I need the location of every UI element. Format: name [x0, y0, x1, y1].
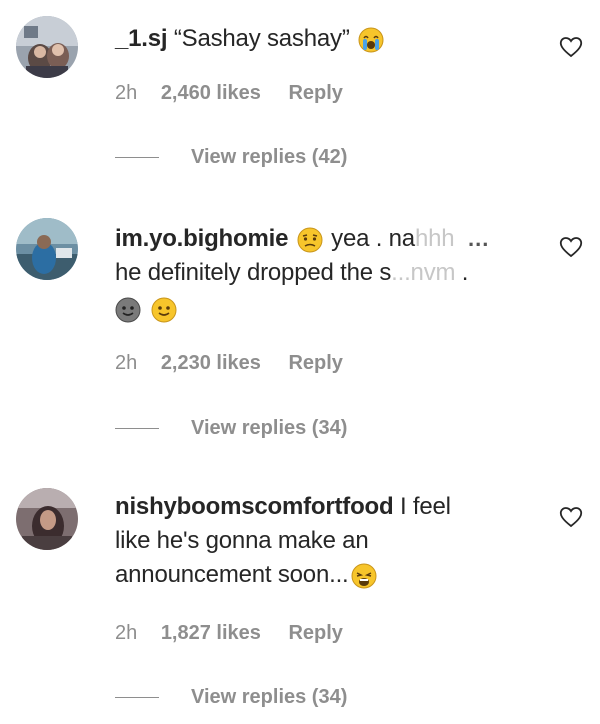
reply-button[interactable]: Reply — [288, 622, 342, 644]
comment-likes[interactable]: 2,460 likes — [161, 82, 261, 104]
confused-emoji-icon — [297, 227, 323, 253]
avatar[interactable] — [16, 16, 78, 78]
comment-body-line2-end: . — [455, 259, 469, 286]
heart-icon[interactable] — [558, 504, 584, 530]
comment-meta: 2h 1,827 likes Reply — [115, 622, 343, 645]
reply-button[interactable]: Reply — [288, 352, 342, 374]
comment-body-line1-faded: hhh — [414, 225, 455, 252]
view-replies-button[interactable]: View replies (34) — [115, 417, 347, 440]
comment-time: 2h — [115, 82, 138, 104]
divider-line — [115, 428, 159, 429]
divider-line — [115, 697, 159, 698]
comment-meta: 2h 2,230 likes Reply — [115, 352, 343, 375]
more-text-button[interactable]: ... — [468, 226, 489, 252]
comment-body-line1: yea . na — [331, 225, 415, 252]
comment-body-line2: like he's gonna make an — [115, 527, 369, 554]
view-replies-label: View replies (42) — [191, 146, 348, 168]
comment-text: _1.sj “Sashay sashay” — [115, 22, 535, 56]
avatar[interactable] — [16, 488, 78, 550]
comment-body-line2: he definitely dropped the s — [115, 259, 392, 286]
comment-text: nishyboomscomfortfood I feel like he's g… — [115, 490, 535, 592]
comment-likes[interactable]: 1,827 likes — [161, 622, 261, 644]
comment-username[interactable]: nishyboomscomfortfood — [115, 493, 394, 520]
comment-username[interactable]: im.yo.bighomie — [115, 225, 288, 252]
crying-emoji-icon — [358, 27, 384, 53]
avatar[interactable] — [16, 218, 78, 280]
view-replies-label: View replies (34) — [191, 686, 348, 708]
comment-body-line3: announcement soon... — [115, 561, 349, 588]
view-replies-button[interactable]: View replies (42) — [115, 146, 347, 169]
comment-meta: 2h 2,460 likes Reply — [115, 82, 343, 105]
heart-icon[interactable] — [558, 34, 584, 60]
comment-likes[interactable]: 2,230 likes — [161, 352, 261, 374]
comment-body: “Sashay sashay” — [173, 25, 350, 52]
comment-body-line1: I feel — [399, 493, 451, 520]
reply-button[interactable]: Reply — [288, 82, 342, 104]
divider-line — [115, 157, 159, 158]
heart-icon[interactable] — [558, 234, 584, 260]
smile-emoji-icon — [151, 297, 177, 323]
comment-body-line2-faded: ...nvm — [391, 259, 456, 286]
view-replies-label: View replies (34) — [191, 417, 348, 439]
comment-time: 2h — [115, 352, 138, 374]
weary-emoji-icon — [351, 563, 377, 589]
comment-time: 2h — [115, 622, 138, 644]
comment-username[interactable]: _1.sj — [115, 25, 168, 52]
view-replies-button[interactable]: View replies (34) — [115, 686, 347, 709]
gray-smile-emoji-icon — [115, 297, 141, 323]
